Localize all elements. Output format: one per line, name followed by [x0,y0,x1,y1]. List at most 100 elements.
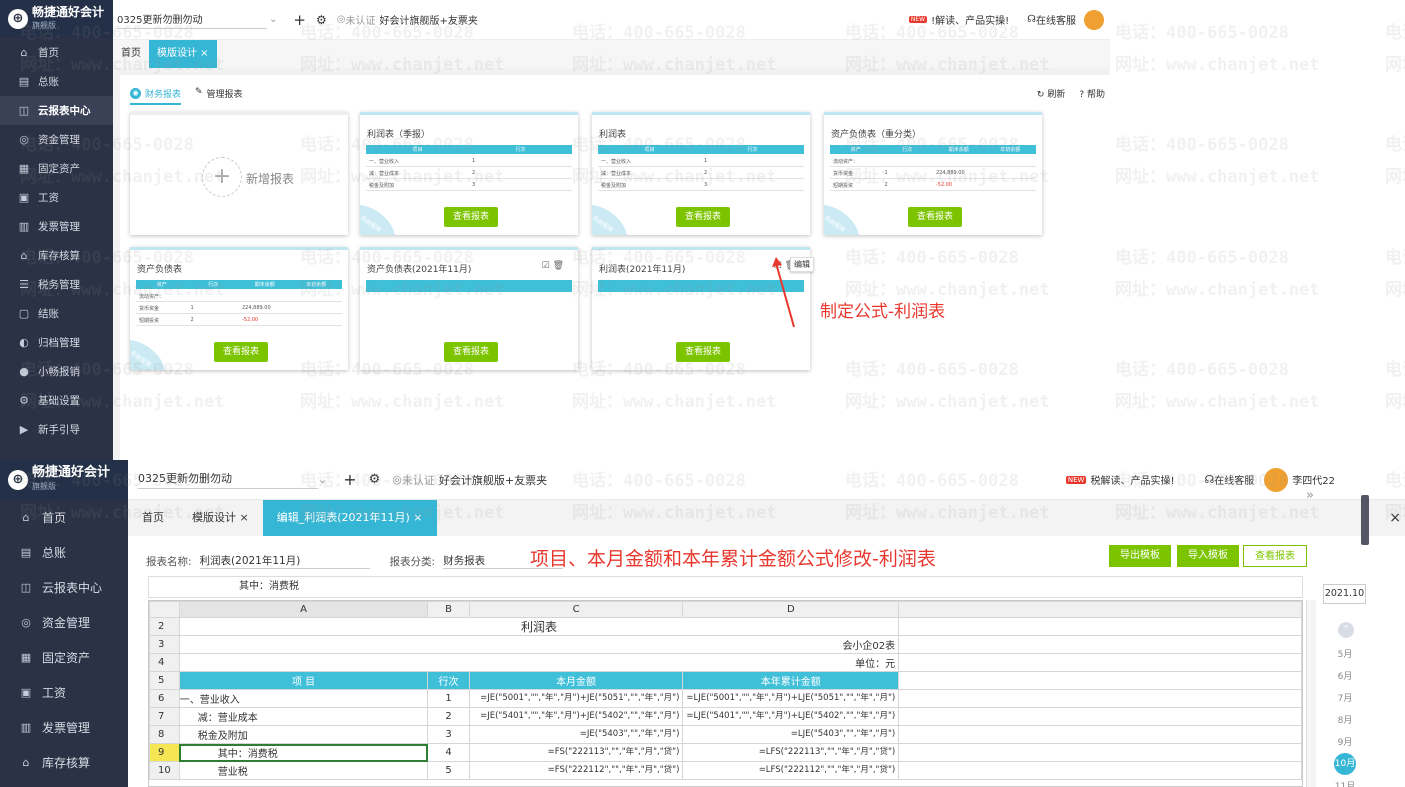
view-report-button[interactable]: 查看报表 [444,342,498,362]
formula-bar[interactable]: 其中：消费税 [148,576,1303,598]
sidebar-item-14[interactable]: ▶ 新手引导 [0,415,113,444]
table-header-cell[interactable]: 本月金额 [468,671,684,690]
edit-icon[interactable]: ☑ 🗑 [542,261,564,271]
month-formula-cell[interactable]: =FS("222113","","年","月","贷") [468,743,684,762]
company-selector[interactable]: 0325更新勿删勿动 [117,11,267,29]
report-card[interactable]: 资产负债表 资产 行次 期末余额 年初余额 流动资产： 货币资金 1 224,889.00 短期投… [130,247,348,370]
headset-icon[interactable]: ☊ [1204,473,1214,486]
double-chevron-icon[interactable]: » [1306,488,1314,503]
item-cell[interactable]: 减：营业成本 [178,707,429,726]
row-header[interactable]: 8 [149,725,180,744]
sidebar-item-5[interactable]: ▦ 固定资产 [0,640,128,675]
period-selector[interactable]: 2021.10 [1323,584,1366,604]
headset-icon[interactable]: ☊ [1027,14,1036,25]
sidebar-item-1[interactable]: ⌂ 首页 [0,38,113,67]
table-header-cell[interactable]: 项 目 [178,671,429,690]
ytd-formula-cell[interactable]: =LJE("5403","","年","月") [682,725,900,744]
gear-icon[interactable]: ⚙ [316,13,327,27]
sheet-cell[interactable] [898,689,1302,708]
sidebar-item-2[interactable]: ▤ 总账 [0,535,128,570]
row-header[interactable]: 3 [149,635,180,654]
item-cell[interactable]: 税金及附加 [178,725,429,744]
ytd-formula-cell[interactable]: =LJE("5001","","年","月")+LJE("5051","","年… [682,689,900,708]
sidebar-item-8[interactable]: ⌂ 库存核算 [0,241,113,270]
spreadsheet-grid[interactable]: A B C D 2 利润表 3 会小企02表 4 单位：元 5 项 目行次 本月金额 本年累计金额 6 一、营… [148,600,1303,787]
help-button[interactable]: ? 帮助 [1079,87,1105,100]
column-header[interactable]: A [178,601,429,618]
line-no-cell[interactable]: 4 [427,743,470,762]
subtab-management[interactable]: ✎ 管理报表 [195,87,243,100]
refresh-button[interactable]: ↻ 刷新 [1037,87,1065,100]
ytd-formula-cell[interactable]: =LFS("222113","","年","月","贷") [682,743,900,762]
sheet-cell[interactable] [898,725,1302,744]
promo-link[interactable]: !解读、产品实操! [931,12,1009,27]
column-header[interactable] [898,601,1302,618]
month-item[interactable]: 11月 [1325,779,1365,787]
row-header[interactable]: 5 [149,671,180,690]
subtab-financial[interactable]: ◉ 财务报表 [130,87,182,105]
sidebar-item-5[interactable]: ▦ 固定资产 [0,154,113,183]
item-cell[interactable]: 营业税 [178,761,429,780]
month-formula-cell[interactable]: =JE("5403","","年","月") [468,725,684,744]
chevron-up-icon[interactable]: ⌃ [1338,622,1354,638]
vertical-scrollbar[interactable] [1306,600,1316,787]
sheet-cell[interactable] [898,707,1302,726]
month-item[interactable]: 9月 [1325,735,1365,748]
month-item[interactable]: 6月 [1325,669,1365,682]
sidebar-item-13[interactable]: ⚙ 基础设置 [0,386,113,415]
table-header-cell[interactable]: 行次 [427,671,470,690]
cert-status[interactable]: 未认证 [345,12,375,27]
column-header[interactable]: B [427,601,470,618]
view-report-button[interactable]: 查看报表 [214,342,268,362]
item-cell[interactable]: 其中：消费税 [178,743,429,762]
avatar[interactable] [1264,467,1289,492]
month-item[interactable]: 7月 [1325,691,1365,704]
report-card[interactable]: 利润表 项目 行次 一、营业收入 1 减：营业成本 2 税金及附加 3 系统报表 查看报表 [592,112,810,235]
line-no-cell[interactable]: 5 [427,761,470,780]
item-cell[interactable]: 一、营业收入 [178,689,429,708]
row-header[interactable]: 10 [149,761,180,780]
sidebar-item-6[interactable]: ▣ 工资 [0,675,128,710]
month-formula-cell[interactable]: =JE("5001","","年","月")+JE("5051","","年",… [468,689,684,708]
sidebar-item-6[interactable]: ▣ 工资 [0,183,113,212]
month-item[interactable]: 8月 [1325,713,1365,726]
gear-icon[interactable]: ⚙ [369,472,381,487]
chevron-down-icon[interactable]: ⌄ [269,14,277,25]
company-selector[interactable]: 0325更新勿删勿动 [138,470,318,489]
month-item[interactable]: 5月 [1325,647,1365,660]
row-header[interactable]: 9 [149,743,180,762]
line-no-cell[interactable]: 2 [427,707,470,726]
sidebar-item-3[interactable]: ◫ 云报表中心 [0,96,113,125]
sidebar-item-9[interactable]: ☰ 税务管理 [0,270,113,299]
import-template-button[interactable]: 导入模板 [1177,545,1239,567]
sheet-cell[interactable] [898,635,1302,654]
sidebar-item-11[interactable]: ◐ 归档管理 [0,328,113,357]
ytd-formula-cell[interactable]: =LJE("5401","","年","月")+LJE("5402","","年… [682,707,900,726]
line-no-cell[interactable]: 1 [427,689,470,708]
row-header[interactable]: 7 [149,707,180,726]
sheet-cell[interactable] [898,671,1302,690]
sheet-cell[interactable] [898,743,1302,762]
unit-cell[interactable]: 单位：元 [178,653,900,672]
sidebar-item-2[interactable]: ▤ 总账 [0,67,113,96]
sidebar-item-4[interactable]: ◎ 资金管理 [0,605,128,640]
report-card[interactable]: 利润表（季报） 项目 行次 一、营业收入 1 减：营业成本 2 税金及附加 3 系统报表 查看报表 [360,112,578,235]
sidebar-item-10[interactable]: ▢ 结账 [0,299,113,328]
tab-edit-income-statement[interactable]: 编辑_利润表(2021年11月) × [262,500,437,536]
export-template-button[interactable]: 导出模板 [1109,545,1171,567]
sidebar-item-1[interactable]: ⌂ 首页 [0,500,128,535]
promo-link[interactable]: 税解读、产品实操! [1090,472,1174,487]
sheet-cell[interactable] [898,653,1302,672]
sidebar-item-8[interactable]: ⌂ 库存核算 [0,745,128,780]
avatar[interactable] [1084,9,1104,30]
sidebar-item-7[interactable]: ▥ 发票管理 [0,710,128,745]
view-report-button[interactable]: 查看报表 [1243,545,1307,567]
plus-icon[interactable]: + [343,470,356,489]
column-header[interactable]: D [682,601,900,618]
service-link[interactable]: 在线客服 [1036,12,1076,27]
sheet-cell[interactable] [898,617,1302,636]
view-report-button[interactable]: 查看报表 [676,342,730,362]
tab-template-design[interactable]: 模版设计 × [178,500,263,536]
sheet-cell[interactable] [898,761,1302,780]
view-report-button[interactable]: 查看报表 [908,207,962,227]
